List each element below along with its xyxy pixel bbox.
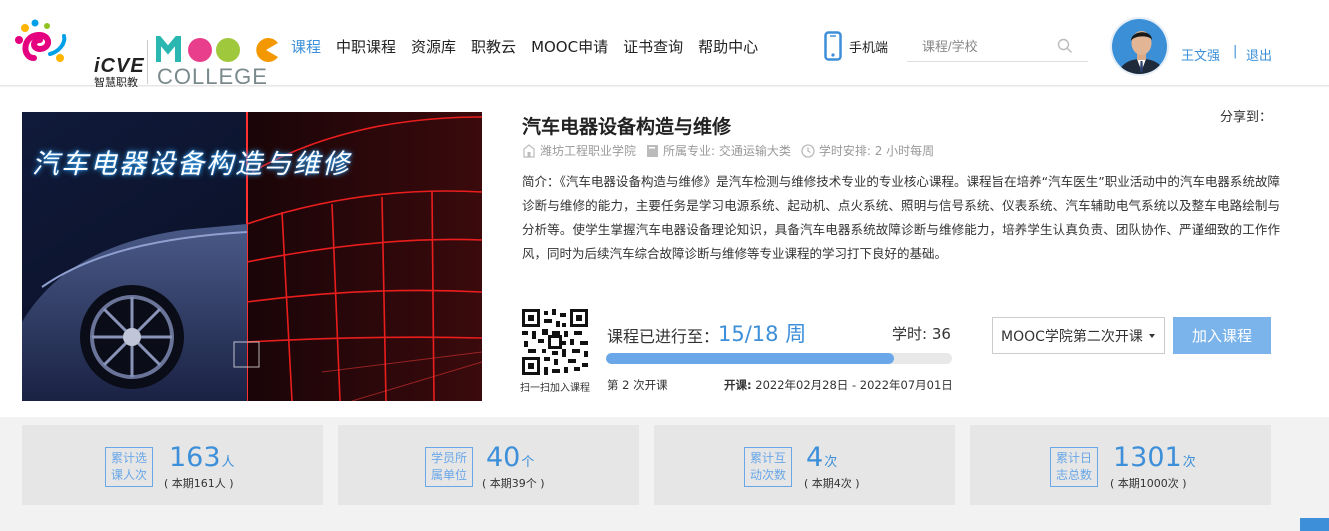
search-icon[interactable] xyxy=(1057,38,1073,54)
stat-unit: 个 xyxy=(521,455,535,470)
logo-divider xyxy=(147,40,148,84)
stat-number: 1301 xyxy=(1113,442,1182,473)
course-meta: 潍坊工程职业学院 所属专业: 交通运输大类 学时安排: 2 小时每周 xyxy=(522,142,944,159)
logout-link[interactable]: 退出 xyxy=(1246,45,1272,64)
stat-badge: 累计日 志总数 xyxy=(1050,447,1098,487)
icve-logo-icon xyxy=(15,19,67,62)
mobile-phone-icon xyxy=(824,31,842,61)
nav-item-secondary-courses[interactable]: 中职课程 xyxy=(336,36,396,57)
stat-badge-line-2: 志总数 xyxy=(1055,468,1092,482)
stat-badge: 学员所 属单位 xyxy=(425,447,473,487)
open-date-label: 开课: xyxy=(724,378,752,392)
share-label[interactable]: 分享到： xyxy=(1220,106,1272,125)
stat-unit: 次 xyxy=(1182,455,1196,470)
course-schedule: 学时安排: 2 小时每周 xyxy=(801,142,934,159)
stat-badge: 累计选 课人次 xyxy=(105,447,153,487)
stat-value: 1301次 xyxy=(1113,442,1196,473)
stat-number: 40 xyxy=(486,442,521,473)
search-box xyxy=(907,30,1088,62)
mobile-app-link[interactable]: 手机端 xyxy=(824,31,888,61)
cover-title-text: 汽车电器设备构造与维修 xyxy=(32,149,351,180)
course-major-text: 所属专业: 交通运输大类 xyxy=(663,144,791,158)
progress-value: 15/18 周 xyxy=(718,322,807,346)
stat-badge-line-2: 动次数 xyxy=(749,468,786,482)
stat-current-term: ( 本期161人 ) xyxy=(164,477,234,490)
course-intro: 简介：《汽车电器设备构造与维修》是汽车检测与维修技术专业的专业核心课程。课程旨在… xyxy=(522,174,1280,261)
stat-card-units: 学员所 属单位 40个 ( 本期39个 ) xyxy=(338,425,639,505)
nav-item-certificate-query[interactable]: 证书查询 xyxy=(623,36,683,57)
nav-item-help-center[interactable]: 帮助中心 xyxy=(698,36,758,57)
stat-current-term: ( 本期4次 ) xyxy=(804,477,860,490)
open-date-range: 2022年02月28日 - 2022年07月01日 xyxy=(755,378,953,392)
top-header: iCVE 智慧职教 COLLEGE 课程 中职课程 资源库 职教云 MOOC申请… xyxy=(0,0,1329,89)
mobile-app-label: 手机端 xyxy=(849,40,889,56)
stat-unit: 人 xyxy=(221,455,235,470)
school-building-icon xyxy=(523,143,535,158)
stat-card-logs: 累计日 志总数 1301次 ( 本期1000次 ) xyxy=(970,425,1271,505)
session-select[interactable]: MOOC学院第二次开课 xyxy=(992,317,1165,354)
user-avatar-image xyxy=(1112,19,1167,74)
stat-number: 163 xyxy=(169,442,221,473)
nav-item-vocational-cloud[interactable]: 职教云 xyxy=(471,36,516,57)
stat-badge-line-1: 累计选 xyxy=(110,451,147,465)
stat-value: 4次 xyxy=(806,442,837,473)
qr-code-icon xyxy=(522,309,588,375)
stat-value: 163人 xyxy=(169,442,235,473)
nav-item-mooc-apply[interactable]: MOOC申请 xyxy=(531,36,608,57)
stat-badge-line-1: 学员所 xyxy=(430,451,467,465)
stat-current-term: ( 本期39个 ) xyxy=(482,477,545,490)
course-school-name: 潍坊工程职业学院 xyxy=(540,144,637,158)
course-cover-image: 汽车电器设备构造与维修 xyxy=(22,112,482,401)
join-course-button[interactable]: 加入课程 xyxy=(1173,317,1271,354)
stat-badge: 累计互 动次数 xyxy=(744,447,792,487)
user-avatar[interactable] xyxy=(1110,17,1169,76)
progress-label: 课程已进行至： xyxy=(607,327,720,346)
stat-badge-line-1: 累计互 xyxy=(749,451,786,465)
stat-card-interactions: 累计互 动次数 4次 ( 本期4次 ) xyxy=(654,425,955,505)
scroll-to-top-button[interactable] xyxy=(1300,518,1329,531)
stat-badge-line-2: 课人次 xyxy=(110,468,147,482)
main-nav: 课程 中职课程 资源库 职教云 MOOC申请 证书查询 帮助中心 xyxy=(291,36,773,57)
stat-unit: 次 xyxy=(824,455,838,470)
course-title: 汽车电器设备构造与维修 xyxy=(522,116,732,138)
chevron-down-icon xyxy=(1148,333,1155,338)
clock-icon xyxy=(801,143,815,158)
course-schedule-text: 学时安排: 2 小时每周 xyxy=(818,144,935,158)
stat-badge-line-1: 累计日 xyxy=(1055,451,1092,465)
course-info-card: 汽车电器设备构造与维修 汽车电器设备构造与维修 分享到： 潍坊工程职业学院 所属… xyxy=(0,87,1329,417)
book-icon xyxy=(647,144,659,157)
progress-bar xyxy=(606,353,952,364)
course-school: 潍坊工程职业学院 xyxy=(522,142,636,159)
nav-item-courses[interactable]: 课程 xyxy=(291,36,321,57)
user-separator: | xyxy=(1233,44,1238,59)
stat-number: 4 xyxy=(806,442,824,473)
mooc-logo-mark xyxy=(156,36,278,63)
stat-current-term: ( 本期1000次 ) xyxy=(1110,477,1187,490)
course-major: 所属专业: 交通运输大类 xyxy=(646,142,791,159)
progress-bar-fill xyxy=(606,353,895,364)
search-input[interactable] xyxy=(907,34,1052,58)
site-logo[interactable]: iCVE 智慧职教 COLLEGE xyxy=(14,18,278,89)
session-select-value: MOOC学院第二次开课 xyxy=(1001,328,1143,345)
nav-item-resource-library[interactable]: 资源库 xyxy=(411,36,456,57)
stat-badge-line-2: 属单位 xyxy=(430,468,467,482)
course-open-dates: 开课: 2022年02月28日 - 2022年07月01日 xyxy=(724,377,953,393)
course-run-number: 第 2 次开课 xyxy=(607,378,668,392)
qr-code-caption: 扫一扫加入课程 xyxy=(520,383,590,394)
stat-value: 40个 xyxy=(486,442,534,473)
user-name-link[interactable]: 王文强 xyxy=(1181,45,1220,64)
stat-card-enrollments: 累计选 课人次 163人 ( 本期161人 ) xyxy=(22,425,323,505)
course-hours: 学时: 36 xyxy=(892,325,951,343)
